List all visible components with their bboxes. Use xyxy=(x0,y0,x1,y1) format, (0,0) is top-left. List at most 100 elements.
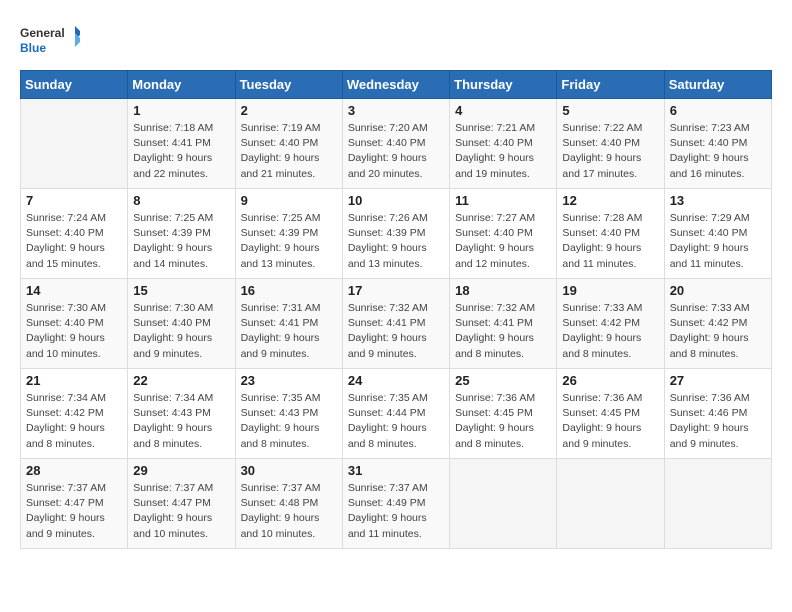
calendar-cell: 24 Sunrise: 7:35 AM Sunset: 4:44 PM Dayli… xyxy=(342,369,449,459)
calendar-week-row: 1Sunrise: 7:18 AM Sunset: 4:41 PM Daylig… xyxy=(21,99,772,189)
day-number: 23 xyxy=(241,373,337,388)
day-info: Sunrise: 7:25 AM Sunset: 4:39 PM Dayligh… xyxy=(241,211,337,272)
day-info: Sunrise: 7:32 AM Sunset: 4:41 PM Dayligh… xyxy=(348,301,444,362)
day-info: Sunrise: 7:23 AM Sunset: 4:40 PM Dayligh… xyxy=(670,121,766,182)
calendar-cell: 19Sunrise: 7:33 AM Sunset: 4:42 PM Dayli… xyxy=(557,279,664,369)
day-info: Sunrise: 7:32 AM Sunset: 4:41 PM Dayligh… xyxy=(455,301,551,362)
calendar-cell: 11 Sunrise: 7:27 AM Sunset: 4:40 PM Dayli… xyxy=(450,189,557,279)
calendar-cell: 13 Sunrise: 7:29 AM Sunset: 4:40 PM Dayli… xyxy=(664,189,771,279)
day-number: 3 xyxy=(348,103,444,118)
day-number: 26 xyxy=(562,373,658,388)
calendar-cell: 31 Sunrise: 7:37 AM Sunset: 4:49 PM Dayli… xyxy=(342,459,449,549)
day-number: 9 xyxy=(241,193,337,208)
calendar-cell xyxy=(21,99,128,189)
calendar-cell: 7Sunrise: 7:24 AM Sunset: 4:40 PM Daylig… xyxy=(21,189,128,279)
calendar-cell: 20 Sunrise: 7:33 AM Sunset: 4:42 PM Dayli… xyxy=(664,279,771,369)
day-info: Sunrise: 7:37 AM Sunset: 4:49 PM Dayligh… xyxy=(348,481,444,542)
calendar-cell: 1Sunrise: 7:18 AM Sunset: 4:41 PM Daylig… xyxy=(128,99,235,189)
day-number: 16 xyxy=(241,283,337,298)
calendar-cell: 26 Sunrise: 7:36 AM Sunset: 4:45 PM Dayli… xyxy=(557,369,664,459)
day-number: 31 xyxy=(348,463,444,478)
day-number: 15 xyxy=(133,283,229,298)
calendar-table: SundayMondayTuesdayWednesdayThursdayFrid… xyxy=(20,70,772,549)
day-info: Sunrise: 7:26 AM Sunset: 4:39 PM Dayligh… xyxy=(348,211,444,272)
day-header-monday: Monday xyxy=(128,71,235,99)
day-info: Sunrise: 7:30 AM Sunset: 4:40 PM Dayligh… xyxy=(133,301,229,362)
logo-svg: General Blue xyxy=(20,20,80,60)
day-number: 21 xyxy=(26,373,122,388)
calendar-cell: 8 Sunrise: 7:25 AM Sunset: 4:39 PM Daylig… xyxy=(128,189,235,279)
day-header-sunday: Sunday xyxy=(21,71,128,99)
calendar-cell: 9 Sunrise: 7:25 AM Sunset: 4:39 PM Daylig… xyxy=(235,189,342,279)
calendar-cell: 4 Sunrise: 7:21 AM Sunset: 4:40 PM Daylig… xyxy=(450,99,557,189)
day-number: 22 xyxy=(133,373,229,388)
calendar-cell: 6 Sunrise: 7:23 AM Sunset: 4:40 PM Daylig… xyxy=(664,99,771,189)
day-info: Sunrise: 7:21 AM Sunset: 4:40 PM Dayligh… xyxy=(455,121,551,182)
calendar-week-row: 21 Sunrise: 7:34 AM Sunset: 4:42 PM Dayli… xyxy=(21,369,772,459)
day-number: 6 xyxy=(670,103,766,118)
day-number: 8 xyxy=(133,193,229,208)
day-number: 11 xyxy=(455,193,551,208)
calendar-cell: 18 Sunrise: 7:32 AM Sunset: 4:41 PM Dayli… xyxy=(450,279,557,369)
calendar-cell: 25Sunrise: 7:36 AM Sunset: 4:45 PM Dayli… xyxy=(450,369,557,459)
calendar-cell: 5Sunrise: 7:22 AM Sunset: 4:40 PM Daylig… xyxy=(557,99,664,189)
day-info: Sunrise: 7:33 AM Sunset: 4:42 PM Dayligh… xyxy=(562,301,658,362)
calendar-cell: 2Sunrise: 7:19 AM Sunset: 4:40 PM Daylig… xyxy=(235,99,342,189)
day-number: 5 xyxy=(562,103,658,118)
calendar-week-row: 14 Sunrise: 7:30 AM Sunset: 4:40 PM Dayli… xyxy=(21,279,772,369)
day-number: 13 xyxy=(670,193,766,208)
calendar-cell xyxy=(450,459,557,549)
day-info: Sunrise: 7:37 AM Sunset: 4:47 PM Dayligh… xyxy=(133,481,229,542)
day-number: 27 xyxy=(670,373,766,388)
day-number: 7 xyxy=(26,193,122,208)
calendar-header-row: SundayMondayTuesdayWednesdayThursdayFrid… xyxy=(21,71,772,99)
svg-text:General: General xyxy=(20,26,65,40)
calendar-week-row: 7Sunrise: 7:24 AM Sunset: 4:40 PM Daylig… xyxy=(21,189,772,279)
day-number: 20 xyxy=(670,283,766,298)
day-info: Sunrise: 7:34 AM Sunset: 4:42 PM Dayligh… xyxy=(26,391,122,452)
day-info: Sunrise: 7:36 AM Sunset: 4:45 PM Dayligh… xyxy=(562,391,658,452)
day-number: 30 xyxy=(241,463,337,478)
calendar-week-row: 28Sunrise: 7:37 AM Sunset: 4:47 PM Dayli… xyxy=(21,459,772,549)
calendar-cell xyxy=(664,459,771,549)
calendar-cell: 3 Sunrise: 7:20 AM Sunset: 4:40 PM Daylig… xyxy=(342,99,449,189)
page-header: General Blue xyxy=(20,20,772,60)
day-number: 14 xyxy=(26,283,122,298)
day-number: 2 xyxy=(241,103,337,118)
day-number: 24 xyxy=(348,373,444,388)
calendar-cell: 29 Sunrise: 7:37 AM Sunset: 4:47 PM Dayli… xyxy=(128,459,235,549)
day-number: 4 xyxy=(455,103,551,118)
day-info: Sunrise: 7:36 AM Sunset: 4:45 PM Dayligh… xyxy=(455,391,551,452)
day-number: 17 xyxy=(348,283,444,298)
day-info: Sunrise: 7:33 AM Sunset: 4:42 PM Dayligh… xyxy=(670,301,766,362)
calendar-cell: 28Sunrise: 7:37 AM Sunset: 4:47 PM Dayli… xyxy=(21,459,128,549)
calendar-cell: 10 Sunrise: 7:26 AM Sunset: 4:39 PM Dayli… xyxy=(342,189,449,279)
day-info: Sunrise: 7:30 AM Sunset: 4:40 PM Dayligh… xyxy=(26,301,122,362)
day-info: Sunrise: 7:35 AM Sunset: 4:44 PM Dayligh… xyxy=(348,391,444,452)
calendar-cell: 30Sunrise: 7:37 AM Sunset: 4:48 PM Dayli… xyxy=(235,459,342,549)
calendar-cell: 16 Sunrise: 7:31 AM Sunset: 4:41 PM Dayli… xyxy=(235,279,342,369)
day-info: Sunrise: 7:27 AM Sunset: 4:40 PM Dayligh… xyxy=(455,211,551,272)
day-header-tuesday: Tuesday xyxy=(235,71,342,99)
day-info: Sunrise: 7:28 AM Sunset: 4:40 PM Dayligh… xyxy=(562,211,658,272)
calendar-cell: 14 Sunrise: 7:30 AM Sunset: 4:40 PM Dayli… xyxy=(21,279,128,369)
day-info: Sunrise: 7:18 AM Sunset: 4:41 PM Dayligh… xyxy=(133,121,229,182)
day-info: Sunrise: 7:29 AM Sunset: 4:40 PM Dayligh… xyxy=(670,211,766,272)
day-number: 29 xyxy=(133,463,229,478)
calendar-cell: 15 Sunrise: 7:30 AM Sunset: 4:40 PM Dayli… xyxy=(128,279,235,369)
day-info: Sunrise: 7:31 AM Sunset: 4:41 PM Dayligh… xyxy=(241,301,337,362)
day-info: Sunrise: 7:35 AM Sunset: 4:43 PM Dayligh… xyxy=(241,391,337,452)
calendar-cell: 22Sunrise: 7:34 AM Sunset: 4:43 PM Dayli… xyxy=(128,369,235,459)
day-number: 10 xyxy=(348,193,444,208)
calendar-cell: 17 Sunrise: 7:32 AM Sunset: 4:41 PM Dayli… xyxy=(342,279,449,369)
day-header-saturday: Saturday xyxy=(664,71,771,99)
calendar-cell: 23 Sunrise: 7:35 AM Sunset: 4:43 PM Dayli… xyxy=(235,369,342,459)
calendar-cell: 12 Sunrise: 7:28 AM Sunset: 4:40 PM Dayli… xyxy=(557,189,664,279)
day-header-wednesday: Wednesday xyxy=(342,71,449,99)
day-info: Sunrise: 7:37 AM Sunset: 4:47 PM Dayligh… xyxy=(26,481,122,542)
calendar-cell: 27Sunrise: 7:36 AM Sunset: 4:46 PM Dayli… xyxy=(664,369,771,459)
day-number: 18 xyxy=(455,283,551,298)
day-info: Sunrise: 7:25 AM Sunset: 4:39 PM Dayligh… xyxy=(133,211,229,272)
day-number: 12 xyxy=(562,193,658,208)
day-info: Sunrise: 7:20 AM Sunset: 4:40 PM Dayligh… xyxy=(348,121,444,182)
